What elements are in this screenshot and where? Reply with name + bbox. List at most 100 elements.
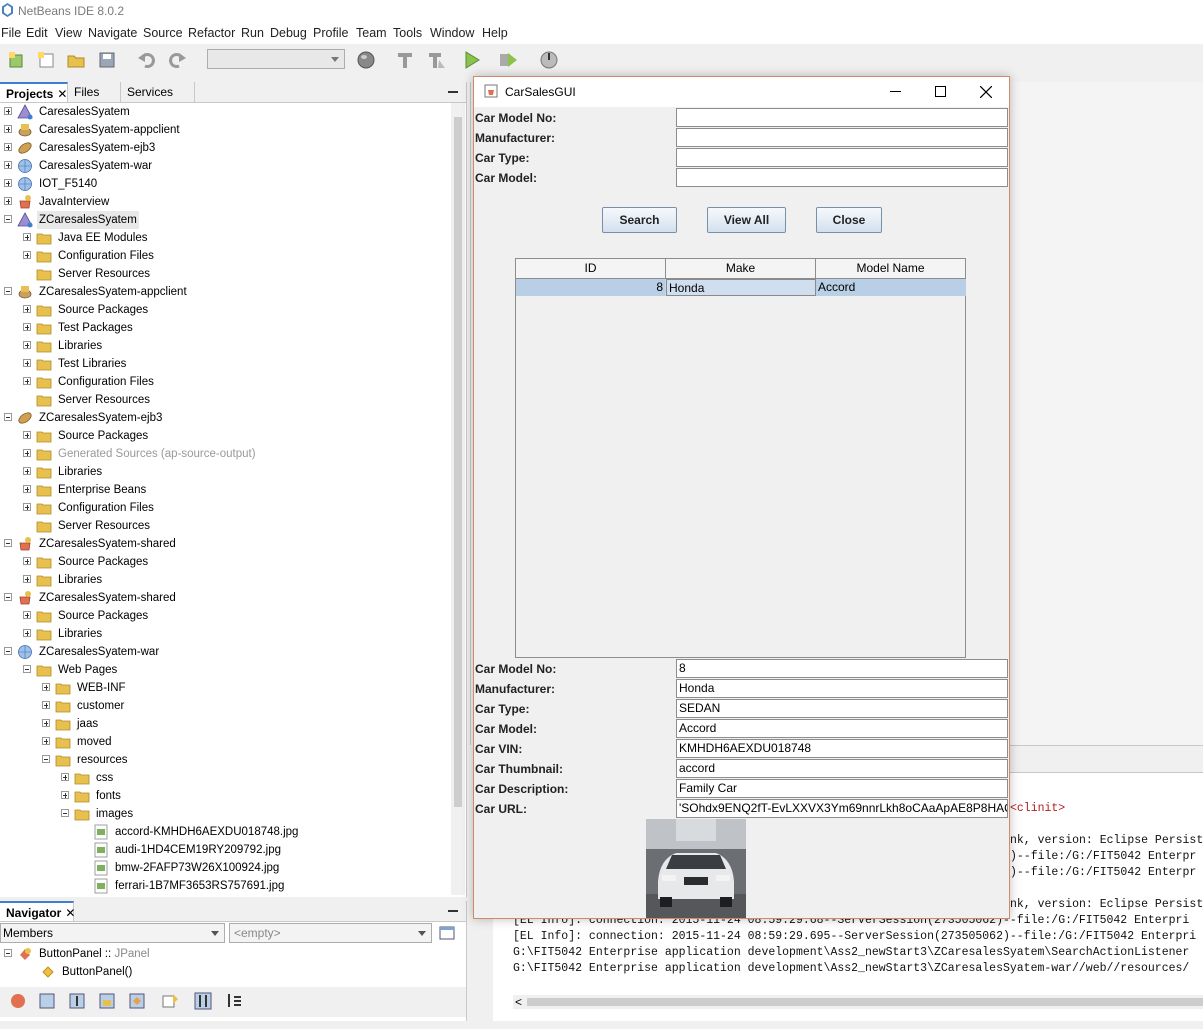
navigator-options-icon[interactable] bbox=[438, 924, 456, 942]
minimize-icon[interactable] bbox=[448, 91, 458, 93]
collapse-icon[interactable] bbox=[4, 215, 12, 223]
expand-icon[interactable] bbox=[23, 341, 31, 349]
expand-icon[interactable] bbox=[4, 107, 12, 115]
close-icon[interactable]: ✕ bbox=[65, 906, 75, 920]
detail-thumbnail-field[interactable]: accord bbox=[676, 759, 1008, 778]
expand-icon[interactable] bbox=[23, 323, 31, 331]
tab-projects[interactable]: Projects ✕ bbox=[0, 82, 68, 102]
menu-run[interactable]: Run bbox=[241, 26, 264, 40]
detail-car-model-field[interactable]: Accord bbox=[676, 719, 1008, 738]
menu-edit[interactable]: Edit bbox=[26, 26, 48, 40]
run-icon[interactable] bbox=[462, 50, 482, 70]
expand-icon[interactable] bbox=[42, 737, 50, 745]
expand-icon[interactable] bbox=[4, 179, 12, 187]
sort-by-name-icon[interactable] bbox=[193, 991, 213, 1011]
new-project-icon[interactable] bbox=[7, 50, 27, 70]
expand-icon[interactable] bbox=[23, 611, 31, 619]
sort-by-source-icon[interactable] bbox=[224, 991, 244, 1011]
debug-icon[interactable] bbox=[498, 50, 518, 70]
expand-icon[interactable] bbox=[23, 503, 31, 511]
search-car-type-input[interactable] bbox=[676, 148, 1008, 167]
menu-navigate[interactable]: Navigate bbox=[88, 26, 137, 40]
globe-icon[interactable] bbox=[356, 50, 376, 70]
menu-help[interactable]: Help bbox=[482, 26, 508, 40]
close-window-button[interactable] bbox=[963, 77, 1009, 107]
expand-icon[interactable] bbox=[42, 719, 50, 727]
menu-tools[interactable]: Tools bbox=[393, 26, 422, 40]
expand-icon[interactable] bbox=[23, 251, 31, 259]
table-cell-model[interactable]: Accord bbox=[816, 279, 966, 296]
expand-icon[interactable] bbox=[23, 305, 31, 313]
collapse-icon[interactable] bbox=[4, 949, 12, 957]
expand-icon[interactable] bbox=[23, 449, 31, 457]
tree-scrollbar[interactable] bbox=[451, 103, 465, 895]
navigator-context-select[interactable]: <empty> bbox=[229, 923, 432, 943]
menu-file[interactable]: File bbox=[1, 26, 21, 40]
tab-files[interactable]: Files bbox=[68, 82, 121, 102]
expand-icon[interactable] bbox=[42, 683, 50, 691]
collapse-icon[interactable] bbox=[4, 287, 12, 295]
expand-icon[interactable] bbox=[4, 197, 12, 205]
inherited-icon[interactable] bbox=[8, 991, 28, 1011]
redo-icon[interactable] bbox=[167, 50, 187, 70]
collapse-icon[interactable] bbox=[23, 665, 31, 673]
detail-model-no-field[interactable]: 8 bbox=[676, 659, 1008, 678]
expand-icon[interactable] bbox=[4, 125, 12, 133]
collapse-icon[interactable] bbox=[61, 809, 69, 817]
expand-icon[interactable] bbox=[23, 431, 31, 439]
expand-icon[interactable] bbox=[61, 791, 69, 799]
search-model-no-input[interactable] bbox=[676, 108, 1008, 127]
collapse-icon[interactable] bbox=[4, 413, 12, 421]
clean-build-icon[interactable] bbox=[426, 50, 446, 70]
close-button[interactable]: Close bbox=[816, 207, 882, 233]
fqn-icon[interactable] bbox=[160, 991, 180, 1011]
expand-icon[interactable] bbox=[61, 773, 69, 781]
save-all-icon[interactable] bbox=[97, 50, 117, 70]
search-manufacturer-input[interactable] bbox=[676, 128, 1008, 147]
output-hscrollbar[interactable] bbox=[513, 995, 1203, 1009]
non-public-icon[interactable] bbox=[127, 991, 147, 1011]
expand-icon[interactable] bbox=[4, 161, 12, 169]
undo-icon[interactable] bbox=[137, 50, 157, 70]
expand-icon[interactable] bbox=[23, 575, 31, 583]
detail-manufacturer-field[interactable]: Honda bbox=[676, 679, 1008, 698]
detail-description-field[interactable]: Family Car bbox=[676, 779, 1008, 798]
tree-scroll-thumb[interactable] bbox=[454, 117, 462, 807]
detail-vin-field[interactable]: KMHDH6AEXDU018748 bbox=[676, 739, 1008, 758]
expand-icon[interactable] bbox=[23, 233, 31, 241]
column-header-id[interactable]: ID bbox=[516, 259, 666, 279]
minimize-button[interactable] bbox=[872, 77, 918, 107]
expand-icon[interactable] bbox=[23, 629, 31, 637]
menu-refactor[interactable]: Refactor bbox=[188, 26, 235, 40]
members-filter-select[interactable]: Members bbox=[0, 923, 225, 943]
lock-icon[interactable] bbox=[97, 991, 117, 1011]
detail-car-type-field[interactable]: SEDAN bbox=[676, 699, 1008, 718]
open-project-icon[interactable] bbox=[66, 50, 86, 70]
static-icon[interactable] bbox=[67, 991, 87, 1011]
minimize-icon[interactable] bbox=[448, 910, 458, 912]
collapse-icon[interactable] bbox=[4, 593, 12, 601]
expand-icon[interactable] bbox=[23, 557, 31, 565]
expand-icon[interactable] bbox=[4, 143, 12, 151]
expand-icon[interactable] bbox=[42, 701, 50, 709]
output-scroll-thumb[interactable] bbox=[527, 998, 1203, 1006]
menu-window[interactable]: Window bbox=[430, 26, 474, 40]
menu-source[interactable]: Source bbox=[143, 26, 183, 40]
tab-services[interactable]: Services bbox=[121, 82, 195, 102]
collapse-icon[interactable] bbox=[4, 539, 12, 547]
view-all-button[interactable]: View All bbox=[707, 207, 786, 233]
table-cell-make[interactable]: Honda bbox=[666, 279, 816, 296]
fields-icon[interactable] bbox=[37, 991, 57, 1011]
close-icon[interactable]: ✕ bbox=[57, 87, 67, 101]
search-button[interactable]: Search bbox=[602, 207, 677, 233]
expand-icon[interactable] bbox=[23, 377, 31, 385]
search-car-model-input[interactable] bbox=[676, 168, 1008, 187]
menu-team[interactable]: Team bbox=[356, 26, 387, 40]
column-header-model-name[interactable]: Model Name bbox=[816, 259, 966, 279]
collapse-icon[interactable] bbox=[42, 755, 50, 763]
new-file-icon[interactable] bbox=[36, 50, 56, 70]
menu-debug[interactable]: Debug bbox=[270, 26, 307, 40]
build-icon[interactable] bbox=[395, 50, 415, 70]
collapse-icon[interactable] bbox=[4, 647, 12, 655]
scroll-left-icon[interactable]: < bbox=[515, 995, 522, 1009]
